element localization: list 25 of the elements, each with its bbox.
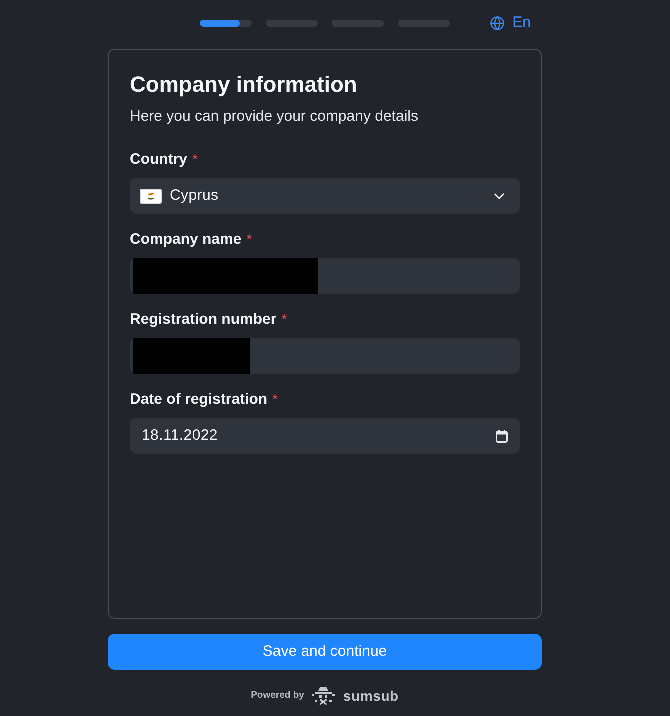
country-select[interactable]: Cyprus	[130, 178, 520, 214]
required-asterisk: *	[272, 390, 278, 408]
field-label: Registration number	[130, 310, 277, 330]
field-label: Date of registration	[130, 390, 268, 410]
progress-step-track	[398, 20, 450, 26]
form-subtitle: Here you can provide your company details	[130, 107, 420, 127]
input-field[interactable]	[130, 338, 520, 374]
field-label: Country	[130, 150, 188, 170]
required-asterisk: *	[282, 310, 288, 328]
logo-icon	[312, 687, 336, 705]
field-label: Company name	[130, 230, 242, 250]
save-continue-button[interactable]: Save and continue	[108, 634, 542, 670]
language-button[interactable]: En	[490, 13, 531, 33]
globe-icon	[490, 16, 505, 30]
progress-step-track	[332, 20, 384, 26]
calendar-icon[interactable]	[496, 430, 508, 442]
input-field[interactable]	[130, 258, 520, 294]
flag-icon	[140, 188, 162, 204]
form-title: Company information	[130, 71, 358, 99]
progress-step-track	[266, 20, 318, 26]
date-field[interactable]: 18.11.2022	[130, 418, 520, 454]
required-asterisk: *	[246, 230, 252, 248]
brand-wordmark: sumsub	[343, 687, 399, 705]
powered-by-text: Powered by	[251, 690, 304, 702]
required-asterisk: *	[192, 150, 198, 168]
